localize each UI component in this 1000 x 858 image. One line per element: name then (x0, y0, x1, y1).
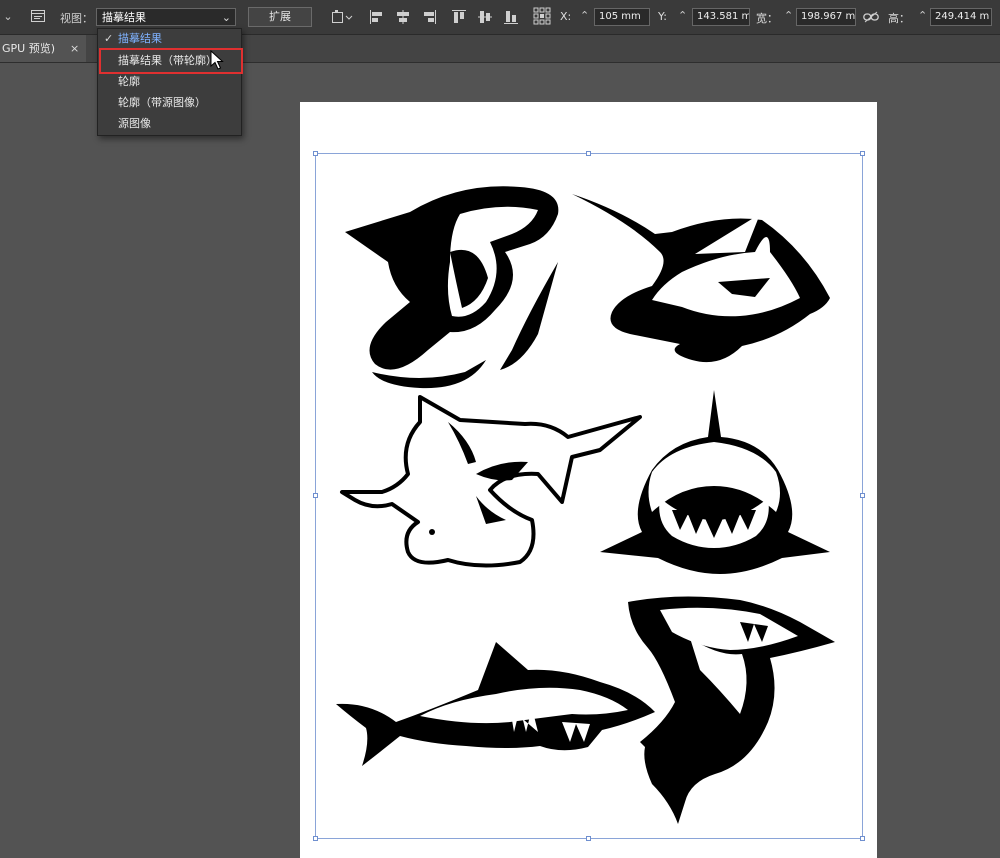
handle-bottom-center[interactable] (586, 836, 591, 841)
menu-item-outlines-with-source-image[interactable]: 轮廓（带源图像） (98, 93, 241, 113)
x-spinner-icon[interactable]: ⌃ (580, 9, 589, 22)
menu-item-tracing-result[interactable]: ✓ 描摹结果 (98, 29, 241, 49)
check-icon: ✓ (104, 32, 114, 45)
menu-item-label: 源图像 (118, 117, 151, 130)
tab-title: GPU 预览) (2, 42, 55, 55)
x-field[interactable]: 105 mm (594, 8, 650, 26)
close-icon[interactable]: × (70, 35, 79, 62)
align-center-h-icon[interactable] (394, 8, 412, 26)
menu-item-outlines[interactable]: 轮廓 (98, 72, 241, 92)
document-setup-icon[interactable] (30, 8, 46, 24)
y-label: Y: (658, 10, 667, 23)
handle-middle-right[interactable] (860, 493, 865, 498)
link-proportions-icon[interactable] (862, 9, 880, 25)
handle-bottom-right[interactable] (860, 836, 865, 841)
view-label: 视图： (60, 12, 93, 25)
handle-middle-left[interactable] (313, 493, 318, 498)
reference-point-icon[interactable] (532, 6, 552, 26)
menu-chevron-icon[interactable]: ⌄ (2, 9, 14, 23)
width-spinner-icon[interactable]: ⌃ (784, 9, 793, 22)
align-center-v-icon[interactable] (476, 8, 494, 26)
align-right-icon[interactable] (420, 8, 438, 26)
y-field[interactable]: 143.581 m (692, 8, 750, 26)
menu-item-label: 描摹结果 (118, 32, 162, 45)
height-field[interactable]: 249.414 m (930, 8, 992, 26)
width-label: 宽： (756, 12, 778, 25)
x-label: X: (560, 10, 572, 23)
chevron-down-icon: ⌄ (221, 11, 231, 24)
view-select-value: 描摹结果 (102, 11, 146, 24)
y-spinner-icon[interactable]: ⌃ (678, 9, 687, 22)
handle-top-center[interactable] (586, 151, 591, 156)
handle-bottom-left[interactable] (313, 836, 318, 841)
handle-top-right[interactable] (860, 151, 865, 156)
align-bottom-icon[interactable] (502, 8, 520, 26)
menu-item-source-image[interactable]: 源图像 (98, 114, 241, 134)
menu-item-label: 轮廓 (118, 75, 140, 88)
width-field[interactable]: 198.967 m (796, 8, 856, 26)
expand-button[interactable]: 扩展 (248, 7, 312, 27)
height-label: 高： (888, 12, 910, 25)
shape-options-icon[interactable] (330, 8, 354, 26)
trace-bounding-box[interactable] (315, 153, 863, 839)
align-top-icon[interactable] (450, 8, 468, 26)
view-dropdown-menu: ✓ 描摹结果 描摹结果（带轮廓） 轮廓 轮廓（带源图像） 源图像 (97, 28, 242, 136)
cursor-icon (210, 50, 224, 70)
view-select[interactable]: 描摹结果 ⌄ (96, 8, 236, 26)
height-spinner-icon[interactable]: ⌃ (918, 9, 927, 22)
menu-item-label: 轮廓（带源图像） (118, 96, 206, 109)
align-left-icon[interactable] (368, 8, 386, 26)
document-tab[interactable]: GPU 预览) × (0, 35, 86, 62)
handle-top-left[interactable] (313, 151, 318, 156)
